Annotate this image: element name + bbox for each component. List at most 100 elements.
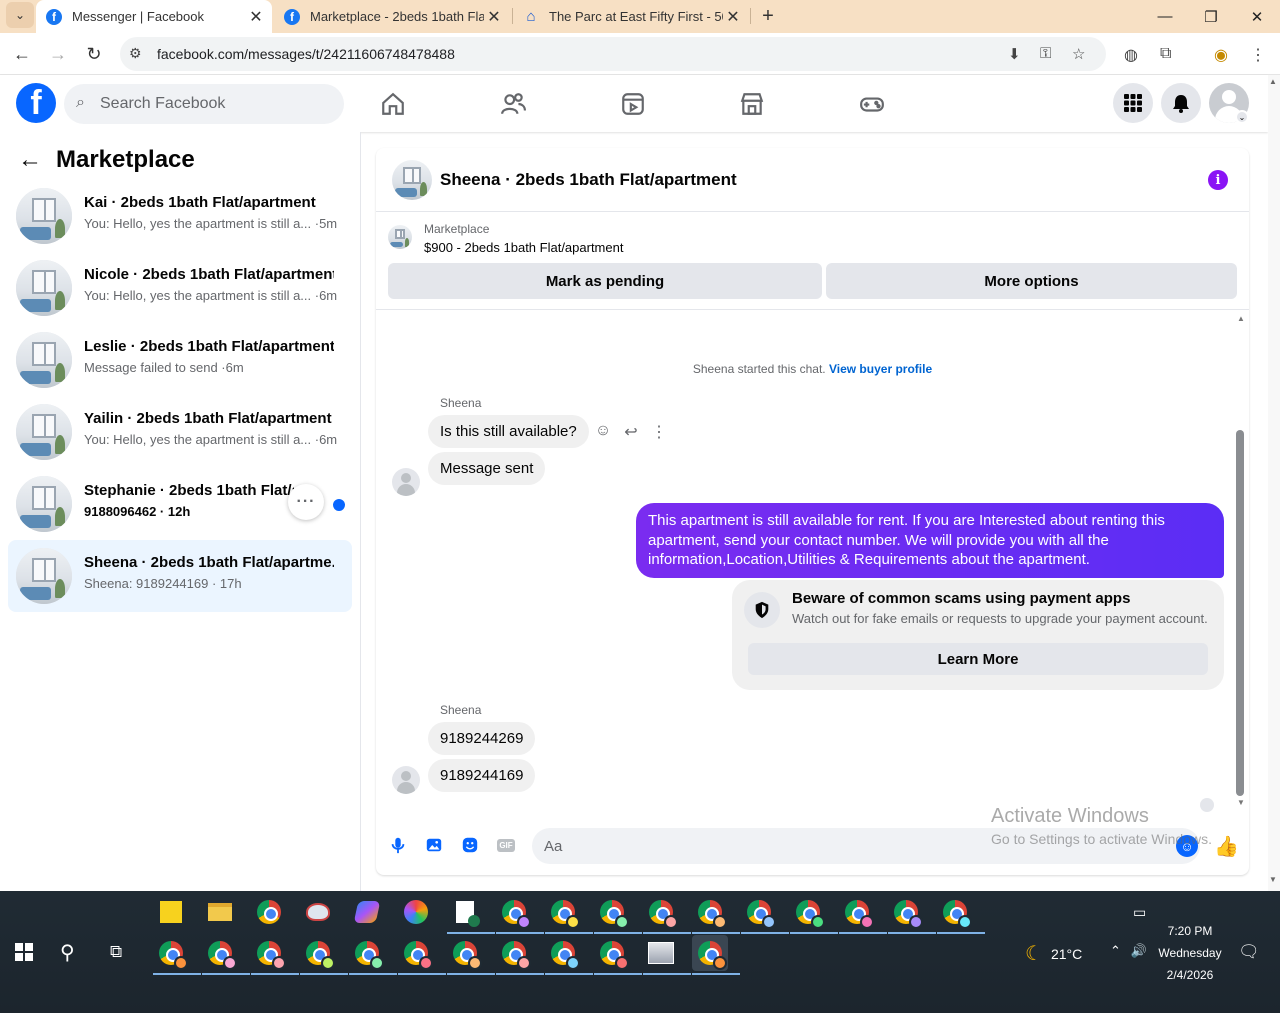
chrome-profile-icon[interactable] [937, 894, 985, 934]
clock[interactable]: 7:20 PM Wednesday 2/4/2026 [1150, 920, 1230, 986]
microphone-icon[interactable] [388, 835, 408, 855]
task-view-icon[interactable]: ⧉ [110, 942, 122, 962]
key-icon[interactable]: ⚿ [1040, 45, 1051, 62]
extensions-icon[interactable]: ⧉ [1160, 45, 1171, 63]
photo-viewer-icon[interactable] [643, 935, 691, 975]
back-arrow-icon[interactable]: ← [18, 146, 42, 174]
message-bubble-incoming[interactable]: 9189244169 [428, 759, 536, 792]
chrome-profile-icon[interactable] [447, 935, 495, 975]
chrome-profile-icon[interactable] [251, 935, 299, 975]
more-actions-icon[interactable]: ⋮ [650, 422, 668, 442]
info-icon[interactable]: i [1208, 170, 1228, 190]
photos-icon[interactable] [398, 894, 434, 930]
chrome-profile-icon[interactable] [202, 935, 250, 975]
search-facebook-box[interactable]: ⌕ Search Facebook [64, 84, 344, 124]
chrome-profile-icon[interactable] [643, 894, 691, 934]
tab-parc[interactable]: ⌂ The Parc at East Fifty First - 509 ✕ [513, 0, 749, 33]
chevron-up-icon[interactable]: ⌃ [1110, 943, 1121, 959]
listing-thumbnail[interactable] [388, 225, 412, 249]
chat-scrollbar[interactable]: ▲ ▼ [1234, 310, 1249, 810]
profile-icon[interactable]: ◉ [1214, 45, 1228, 65]
sender-avatar[interactable] [392, 468, 420, 496]
chrome-profile-icon[interactable] [545, 935, 593, 975]
chrome-profile-icon[interactable] [692, 894, 740, 934]
home-icon[interactable] [378, 89, 408, 119]
reply-icon[interactable]: ↩ [622, 422, 640, 442]
display-icon[interactable]: ▭ [1133, 904, 1146, 921]
close-tab-icon[interactable]: ✕ [484, 7, 504, 27]
chrome-profile-icon[interactable] [398, 935, 446, 975]
reload-button[interactable]: ↻ [80, 40, 108, 68]
scroll-up-icon[interactable]: ▲ [1269, 77, 1277, 86]
site-settings-icon[interactable]: ⚙ [129, 45, 142, 62]
minimize-button[interactable]: — [1142, 0, 1188, 33]
address-bar[interactable]: ⚙ facebook.com/messages/t/24211606748478… [120, 37, 1106, 71]
scroll-thumb[interactable] [1236, 430, 1244, 796]
friends-icon[interactable] [498, 89, 528, 119]
document-icon[interactable] [447, 894, 495, 934]
conversation-item-kai[interactable]: Kai · 2beds 1bath Flat/apartment You: He… [8, 180, 352, 252]
thumbs-up-icon[interactable]: 👍 [1214, 834, 1239, 859]
tab-marketplace[interactable]: f Marketplace - 2beds 1bath Flat/ ✕ [274, 0, 510, 33]
browser-menu-icon[interactable]: ⋮ [1250, 45, 1266, 65]
search-icon[interactable]: ⚲ [60, 940, 75, 965]
vpn-globe-icon[interactable]: ◍ [1124, 45, 1138, 65]
menu-grid-button[interactable] [1113, 83, 1153, 123]
notification-center-icon[interactable]: 🗨 [1238, 942, 1260, 962]
conversation-item-stephanie[interactable]: Stephanie · 2beds 1bath Flat/ap 91880964… [8, 468, 352, 540]
chrome-profile-icon[interactable] [790, 894, 838, 934]
marketplace-icon[interactable] [737, 89, 767, 119]
conversation-item-leslie[interactable]: Leslie · 2beds 1bath Flat/apartment Mess… [8, 324, 352, 396]
chrome-profile-icon[interactable] [545, 894, 593, 934]
windows-start-icon[interactable] [15, 943, 33, 961]
learn-more-button[interactable]: Learn More [748, 643, 1208, 675]
scroll-down-icon[interactable]: ▼ [1269, 875, 1277, 884]
message-bubble-incoming[interactable]: 9189244269 [428, 722, 536, 755]
message-bubble-incoming[interactable]: Message sent [428, 452, 546, 485]
speaker-icon[interactable]: 🔊 [1131, 943, 1147, 959]
view-buyer-profile-link[interactable]: View buyer profile [829, 362, 932, 376]
file-explorer-icon[interactable] [202, 894, 238, 930]
weather-widget[interactable]: ☾ 21°C [1025, 941, 1082, 966]
chrome-profile-icon[interactable] [349, 935, 397, 975]
react-emoji-icon[interactable]: ☺ [594, 422, 612, 442]
chrome-icon[interactable] [251, 894, 287, 930]
sender-avatar[interactable] [392, 766, 420, 794]
install-icon[interactable]: ⬇ [1008, 45, 1021, 63]
sticker-icon[interactable] [460, 835, 480, 855]
chevron-down-icon[interactable]: ⌄ [1235, 110, 1249, 124]
gaming-icon[interactable] [857, 89, 887, 119]
conversation-item-yailin[interactable]: Yailin · 2beds 1bath Flat/apartment You:… [8, 396, 352, 468]
notifications-button[interactable] [1161, 83, 1201, 123]
close-tab-icon[interactable]: ✕ [246, 7, 266, 27]
chrome-profile-icon[interactable] [496, 894, 544, 934]
listing-price-title[interactable]: $900 - 2beds 1bath Flat/apartment [424, 240, 623, 255]
chrome-profile-icon[interactable] [888, 894, 936, 934]
chrome-profile-icon[interactable] [153, 935, 201, 975]
restore-button[interactable]: ❐ [1188, 0, 1234, 33]
mark-as-pending-button[interactable]: Mark as pending [388, 263, 822, 299]
page-scrollbar[interactable]: ▲ ▼ [1268, 75, 1280, 891]
conversation-more-button[interactable]: ··· [288, 484, 324, 520]
chrome-profile-icon[interactable] [741, 894, 789, 934]
message-bubble-incoming[interactable]: Is this still available? [428, 415, 589, 448]
gif-icon[interactable]: GIF [496, 835, 516, 855]
scroll-up-icon[interactable]: ▲ [1237, 314, 1245, 323]
scroll-down-icon[interactable]: ▼ [1237, 798, 1245, 807]
chrome-active-icon[interactable] [692, 935, 740, 975]
tab-messenger[interactable]: f Messenger | Facebook ✕ [36, 0, 272, 33]
copilot-icon[interactable] [349, 894, 385, 930]
video-icon[interactable] [618, 89, 648, 119]
photo-icon[interactable] [424, 835, 444, 855]
chrome-profile-icon[interactable] [594, 894, 642, 934]
chrome-profile-icon[interactable] [839, 894, 887, 934]
forward-button[interactable]: → [44, 40, 72, 68]
message-bubble-outgoing[interactable]: This apartment is still available for re… [636, 503, 1224, 578]
chrome-profile-icon[interactable] [594, 935, 642, 975]
tab-search-menu-icon[interactable]: ⌄ [6, 2, 34, 28]
close-tab-icon[interactable]: ✕ [723, 7, 743, 27]
chat-title[interactable]: Sheena · 2beds 1bath Flat/apartment [440, 170, 737, 190]
sticky-notes-icon[interactable] [153, 894, 189, 930]
chrome-profile-icon[interactable] [496, 935, 544, 975]
chrome-profile-icon[interactable] [300, 935, 348, 975]
